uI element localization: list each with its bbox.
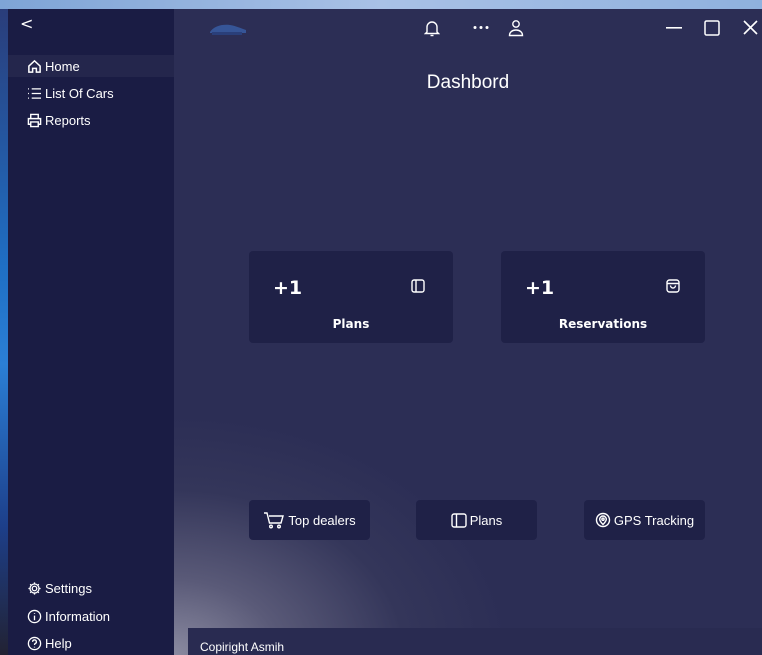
printer-icon — [26, 112, 42, 128]
back-button[interactable]: < — [20, 14, 33, 33]
footer: Copiright Asmih — [188, 628, 762, 655]
plans-button[interactable]: Plans — [416, 500, 537, 540]
sidebar-item-label: Home — [45, 58, 80, 74]
sidebar-item-label: List Of Cars — [45, 85, 114, 101]
gear-icon — [26, 580, 42, 596]
sidebar-item-settings[interactable]: Settings — [8, 577, 174, 599]
panel-icon — [411, 279, 425, 293]
gps-tracking-button[interactable]: GPS Tracking — [584, 500, 705, 540]
bag-icon — [666, 279, 680, 293]
sidebar-item-information[interactable]: Information — [8, 605, 174, 627]
page-title: Dashbord — [426, 72, 510, 93]
card-value: +1 — [273, 277, 303, 299]
plans-card[interactable]: +1 Plans — [249, 251, 453, 343]
sidebar-item-reports[interactable]: Reports — [8, 109, 174, 131]
sidebar-item-label: Help — [45, 635, 72, 651]
bell-icon[interactable] — [424, 19, 440, 37]
home-icon — [26, 58, 42, 74]
car-logo — [210, 24, 246, 35]
close-icon[interactable] — [743, 20, 758, 35]
sidebar-item-list-of-cars[interactable]: List Of Cars — [8, 82, 174, 104]
info-icon — [26, 608, 42, 624]
sidebar-item-help[interactable]: Help — [8, 632, 174, 654]
top-dealers-button[interactable]: Top dealers — [249, 500, 370, 540]
sidebar-item-label: Reports — [45, 112, 91, 128]
card-label: Plans — [332, 317, 370, 331]
sidebar — [8, 9, 174, 655]
user-icon[interactable] — [508, 19, 524, 37]
location-icon — [595, 512, 611, 528]
cart-icon — [264, 512, 285, 529]
desktop-edge — [0, 9, 8, 655]
minimize-icon[interactable] — [666, 27, 682, 30]
button-label: Plans — [469, 512, 503, 528]
button-label: Top dealers — [288, 512, 356, 528]
reservations-card[interactable]: +1 Reservations — [501, 251, 705, 343]
card-label: Reservations — [558, 317, 648, 331]
sidebar-item-home[interactable]: Home — [8, 55, 174, 77]
window-top-strip — [0, 0, 762, 9]
help-icon — [26, 635, 42, 651]
card-value: +1 — [525, 277, 555, 299]
list-icon — [26, 85, 42, 101]
maximize-icon[interactable] — [704, 20, 720, 36]
more-icon[interactable] — [473, 25, 489, 30]
button-label: GPS Tracking — [613, 512, 695, 528]
sidebar-item-label: Information — [45, 608, 111, 624]
sidebar-item-label: Settings — [45, 580, 92, 596]
copyright-text: Copiright Asmih — [200, 640, 285, 654]
panel-icon — [451, 512, 467, 528]
